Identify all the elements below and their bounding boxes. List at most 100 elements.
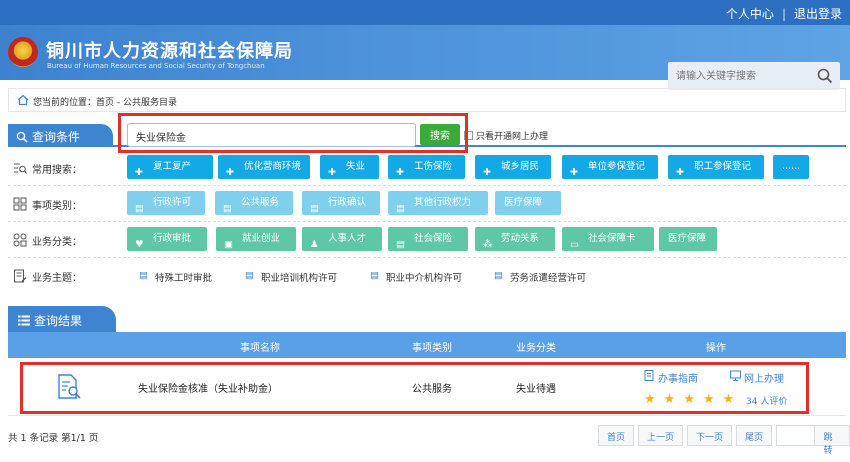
tag-label: 公共服务 <box>241 197 280 208</box>
doc-icon: ▤ <box>494 270 503 281</box>
tag-icon: ▭ <box>570 239 579 250</box>
filter-label: 常用搜索： <box>32 165 82 176</box>
logout-link[interactable]: 退出登录 <box>794 5 842 22</box>
tag-label: 单位参保登记 <box>588 161 646 172</box>
breadcrumb-path[interactable]: 首页 - 公共服务目录 <box>96 98 177 108</box>
home-icon <box>17 94 29 106</box>
column-header-actions: 操作 <box>706 343 726 354</box>
national-emblem-icon <box>8 37 38 67</box>
tag-label: 行政确认 <box>328 197 367 208</box>
tag-label: 复工复产 <box>153 161 192 172</box>
list-icon <box>18 315 30 326</box>
tag-business-env[interactable]: ✚ 优化营商环境 <box>218 155 310 179</box>
highlight-box-result <box>20 362 809 414</box>
top-links: 个人中心 | 退出登录 <box>726 5 842 22</box>
tag-fugongfuchan[interactable]: ✚ 复工复产 <box>127 155 213 179</box>
tag-label: 行政许可 <box>153 197 192 208</box>
edit-doc-icon <box>14 269 27 283</box>
tag-label: 劳动关系 <box>501 233 540 244</box>
page-jump-input[interactable] <box>776 425 816 446</box>
user-center-link[interactable]: 个人中心 <box>726 5 774 22</box>
tag-label: ...... <box>781 161 801 172</box>
tag-injury-insurance[interactable]: ✚ 工伤保险 <box>388 155 465 179</box>
page-jump-button[interactable]: 跳转 <box>815 425 850 456</box>
theme-label: 劳务派遣经营许可 <box>510 273 587 284</box>
tag-employment[interactable]: ▣ 就业创业 <box>216 227 296 251</box>
next-page-button[interactable]: 下一页 <box>687 425 733 446</box>
tag-icon: ♟ <box>310 239 319 250</box>
online-only-filter[interactable]: 只看开通网上办理 <box>464 129 548 142</box>
tag-admin-approval[interactable]: ♥ 行政审批 <box>127 227 207 251</box>
category-icon <box>13 233 27 247</box>
tag-icon: ✚ <box>135 167 143 178</box>
tag-label: 行政审批 <box>153 233 192 244</box>
highlight-box-search <box>118 113 468 153</box>
tag-admin-confirm[interactable]: ▤ 行政确认 <box>302 191 380 215</box>
site-title[interactable]: 铜川市人力资源和社会保障局 <box>46 37 293 63</box>
tag-icon: ▤ <box>135 203 144 214</box>
tag-more[interactable]: ...... <box>773 155 809 179</box>
theme-special-hours[interactable]: ▤ 特殊工时审批 <box>139 270 212 284</box>
site-subtitle: Bureau of Human Resources and Social Sec… <box>47 62 265 70</box>
tag-unemployment[interactable]: ✚ 失业 <box>320 155 379 179</box>
theme-label: 职业中介机构许可 <box>386 273 463 284</box>
doc-icon: ▤ <box>139 270 148 281</box>
query-section-tab: 查询条件 <box>8 124 113 146</box>
query-section-title: 查询条件 <box>32 130 81 144</box>
theme-agency-license[interactable]: ▤ 职业中介机构许可 <box>370 270 462 284</box>
site-banner: 铜川市人力资源和社会保障局 Bureau of Human Resources … <box>0 25 850 90</box>
list-search-icon <box>14 163 27 174</box>
tag-public-service[interactable]: ▤ 公共服务 <box>215 191 293 215</box>
tag-admin-license[interactable]: ▤ 行政许可 <box>127 191 205 215</box>
tag-icon: ♥ <box>135 239 144 250</box>
top-bar: 个人中心 | 退出登录 <box>0 0 850 25</box>
tag-label: 社会保险 <box>414 233 453 244</box>
doc-icon: ▤ <box>245 270 254 281</box>
column-header-category: 事项类别 <box>412 343 452 354</box>
results-table-header: 事项名称 事项类别 业务分类 操作 <box>8 332 846 358</box>
tag-icon: ✚ <box>483 167 491 178</box>
tag-label: 城乡居民 <box>501 161 540 172</box>
first-page-button[interactable]: 首页 <box>598 425 635 446</box>
tag-personnel[interactable]: ♟ 人事人才 <box>302 227 382 251</box>
site-search-input[interactable] <box>676 68 811 84</box>
tag-social-insurance[interactable]: ▤ 社会保险 <box>388 227 468 251</box>
tag-icon: ✚ <box>328 167 336 178</box>
site-search <box>668 62 840 90</box>
doc-icon: ▤ <box>370 270 379 281</box>
search-icon[interactable] <box>817 68 833 84</box>
tag-medical-2[interactable]: 医疗保障 <box>659 227 717 251</box>
theme-label: 职业培训机构许可 <box>261 273 338 284</box>
link-separator: | <box>781 6 786 21</box>
tag-worker-registration[interactable]: ✚ 职工参保登记 <box>668 155 764 179</box>
theme-dispatch-license[interactable]: ▤ 劳务派遣经营许可 <box>494 270 586 284</box>
tag-other-power[interactable]: ▤ 其他行政权力 <box>388 191 488 215</box>
tag-unit-registration[interactable]: ✚ 单位参保登记 <box>562 155 658 179</box>
tag-icon: ✚ <box>570 167 578 178</box>
tag-label: 失业 <box>346 161 366 172</box>
filter-row-common: 常用搜索： ✚ 复工复产 ✚ 优化营商环境 ✚ 失业 ✚ 工伤保险 ✚ 城乡居民 ✚ 单位参… <box>8 150 846 186</box>
tag-label: 就业创业 <box>242 233 281 244</box>
tag-icon: ▤ <box>396 239 405 250</box>
tag-ss-card[interactable]: ▭ 社会保障卡 <box>562 227 654 251</box>
tag-label: 其他行政权力 <box>414 197 472 208</box>
theme-label: 特殊工时审批 <box>155 273 213 284</box>
tag-icon: ✚ <box>396 167 404 178</box>
tag-urban-rural[interactable]: ✚ 城乡居民 <box>475 155 551 179</box>
tag-icon: ▤ <box>396 203 405 214</box>
filter-label: 业务主题： <box>32 273 82 284</box>
tag-icon: ⁂ <box>483 239 493 250</box>
search-icon <box>16 131 28 143</box>
tag-label: 工伤保险 <box>414 161 453 172</box>
tag-label: 医疗保障 <box>504 197 543 208</box>
prev-page-button[interactable]: 上一页 <box>638 425 684 446</box>
last-page-button[interactable]: 尾页 <box>736 425 773 446</box>
tag-medical[interactable]: 医疗保障 <box>495 191 561 215</box>
filter-row-category: 事项类别： ▤ 行政许可 ▤ 公共服务 ▤ 行政确认 ▤ 其他行政权力 医疗保障 <box>8 186 846 222</box>
grid-icon <box>13 197 27 211</box>
theme-training-license[interactable]: ▤ 职业培训机构许可 <box>245 270 337 284</box>
pagination: 首页 上一页 下一页 尾页 跳转 <box>598 425 850 456</box>
breadcrumb-prefix: 您当前的位置： <box>33 98 97 108</box>
tag-icon: ✚ <box>226 167 234 178</box>
tag-labor-relation[interactable]: ⁂ 劳动关系 <box>475 227 555 251</box>
